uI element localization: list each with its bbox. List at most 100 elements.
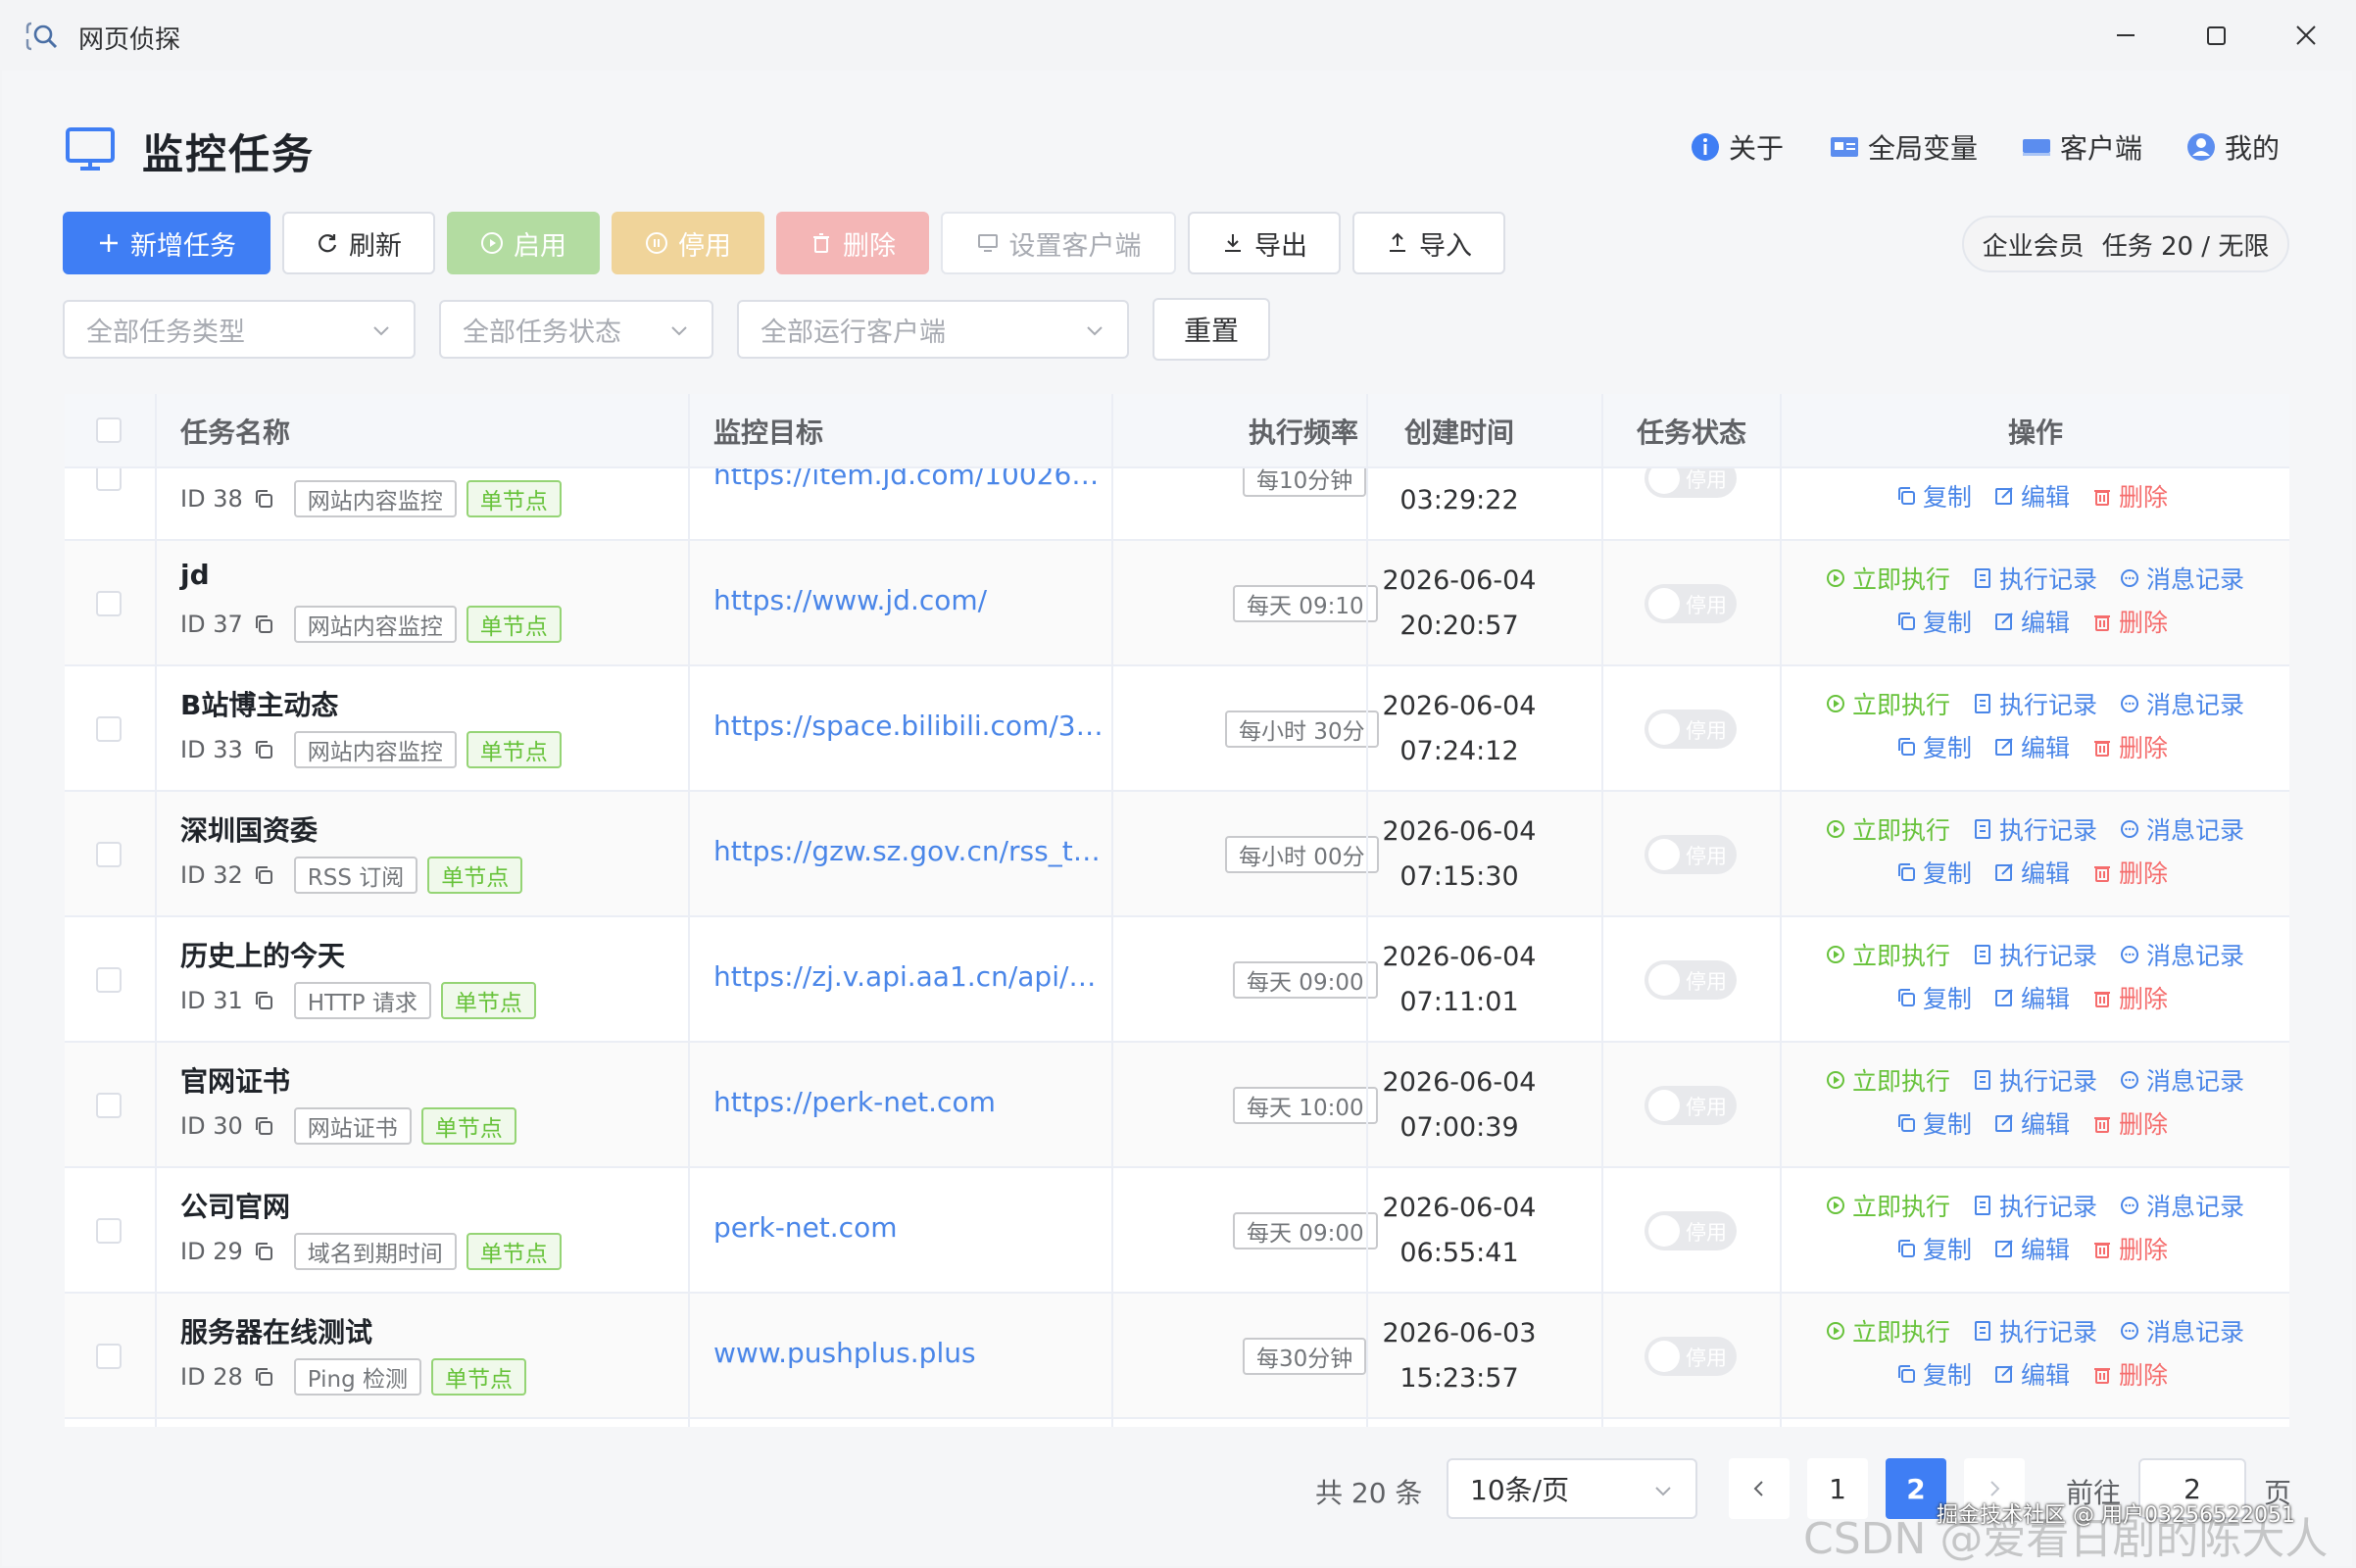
run-now-button[interactable]: 立即执行 bbox=[1825, 468, 1950, 470]
row-delete-button[interactable]: 删除 bbox=[2091, 729, 2168, 764]
row-delete-button[interactable]: 删除 bbox=[2091, 1356, 2168, 1392]
run-now-button[interactable]: 立即执行 bbox=[1825, 1313, 1950, 1348]
nav-about[interactable]: 关于 bbox=[1690, 127, 1784, 167]
run-now-button[interactable]: 立即执行 bbox=[1825, 1188, 1950, 1223]
exec-log-button[interactable]: 执行记录 bbox=[1972, 686, 2097, 721]
row-checkbox[interactable] bbox=[96, 591, 122, 616]
nav-client[interactable]: 客户端 bbox=[2021, 127, 2142, 167]
delete-button[interactable]: 删除 bbox=[776, 212, 929, 274]
row-checkbox[interactable] bbox=[96, 1218, 122, 1244]
copy-button[interactable]: 复制 bbox=[1895, 1105, 1972, 1141]
copy-button[interactable]: 复制 bbox=[1895, 478, 1972, 514]
target-url-link[interactable]: https://perk-net.com bbox=[713, 1086, 1105, 1118]
minimize-icon[interactable] bbox=[2091, 14, 2160, 57]
row-delete-button[interactable]: 删除 bbox=[2091, 604, 2168, 639]
status-toggle[interactable]: 停用 bbox=[1644, 584, 1737, 623]
copy-button[interactable]: 复制 bbox=[1895, 729, 1972, 764]
edit-button[interactable]: 编辑 bbox=[1993, 729, 2070, 764]
add-task-button[interactable]: 新增任务 bbox=[63, 212, 270, 274]
run-now-button[interactable]: 立即执行 bbox=[1825, 811, 1950, 847]
message-log-button[interactable]: 消息记录 bbox=[2119, 1062, 2244, 1098]
message-log-button[interactable]: 消息记录 bbox=[2119, 937, 2244, 972]
copy-button[interactable]: 复制 bbox=[1895, 855, 1972, 890]
status-toggle[interactable]: 停用 bbox=[1644, 1086, 1737, 1125]
status-toggle[interactable]: 停用 bbox=[1644, 710, 1737, 749]
edit-button[interactable]: 编辑 bbox=[1993, 604, 2070, 639]
copy-id-icon[interactable] bbox=[253, 1366, 274, 1388]
row-delete-button[interactable]: 删除 bbox=[2091, 478, 2168, 514]
message-log-button[interactable]: 消息记录 bbox=[2119, 1188, 2244, 1223]
edit-button[interactable]: 编辑 bbox=[1993, 478, 2070, 514]
status-toggle[interactable]: 停用 bbox=[1644, 468, 1737, 498]
nav-global-variables[interactable]: 全局变量 bbox=[1829, 127, 1978, 167]
disable-button[interactable]: 停用 bbox=[612, 212, 764, 274]
status-toggle[interactable]: 停用 bbox=[1644, 960, 1737, 1000]
reset-button[interactable]: 重置 bbox=[1153, 298, 1270, 361]
target-url-link[interactable]: https://space.bilibili.com/349... bbox=[713, 710, 1105, 742]
import-button[interactable]: 导入 bbox=[1352, 212, 1505, 274]
row-checkbox[interactable] bbox=[96, 1093, 122, 1118]
client-select[interactable]: 全部运行客户端 bbox=[737, 300, 1129, 359]
exec-log-button[interactable]: 执行记录 bbox=[1972, 1062, 2097, 1098]
target-url-link[interactable]: https://www.jd.com/ bbox=[713, 584, 1105, 616]
message-log-button[interactable]: 消息记录 bbox=[2119, 686, 2244, 721]
row-delete-button[interactable]: 删除 bbox=[2091, 980, 2168, 1015]
exec-log-button[interactable]: 执行记录 bbox=[1972, 561, 2097, 596]
exec-log-button[interactable]: 执行记录 bbox=[1972, 811, 2097, 847]
message-log-button[interactable]: 消息记录 bbox=[2119, 1313, 2244, 1348]
export-button[interactable]: 导出 bbox=[1188, 212, 1341, 274]
edit-button[interactable]: 编辑 bbox=[1993, 1356, 2070, 1392]
copy-button[interactable]: 复制 bbox=[1895, 980, 1972, 1015]
set-client-button[interactable]: 设置客户端 bbox=[941, 212, 1176, 274]
copy-button[interactable]: 复制 bbox=[1895, 1231, 1972, 1266]
close-icon[interactable] bbox=[2272, 14, 2340, 57]
exec-log-button[interactable]: 执行记录 bbox=[1972, 1188, 2097, 1223]
target-url-link[interactable]: perk-net.com bbox=[713, 1211, 1105, 1244]
enable-button[interactable]: 启用 bbox=[447, 212, 600, 274]
copy-id-icon[interactable] bbox=[253, 488, 274, 510]
run-now-button[interactable]: 立即执行 bbox=[1825, 686, 1950, 721]
target-url-link[interactable]: www.pushplus.plus bbox=[713, 1337, 1105, 1369]
copy-id-icon[interactable] bbox=[253, 864, 274, 886]
select-all-checkbox[interactable] bbox=[96, 417, 122, 443]
row-checkbox[interactable] bbox=[96, 842, 122, 867]
row-checkbox[interactable] bbox=[96, 1344, 122, 1369]
status-toggle[interactable]: 停用 bbox=[1644, 1337, 1737, 1376]
exec-log-button[interactable]: 执行记录 bbox=[1972, 937, 2097, 972]
message-log-button[interactable]: 消息记录 bbox=[2119, 811, 2244, 847]
copy-id-icon[interactable] bbox=[253, 1115, 274, 1137]
row-checkbox[interactable] bbox=[96, 468, 122, 491]
copy-button[interactable]: 复制 bbox=[1895, 1356, 1972, 1392]
edit-button[interactable]: 编辑 bbox=[1993, 855, 2070, 890]
exec-log-button[interactable]: 执行记录 bbox=[1972, 468, 2097, 470]
run-now-button[interactable]: 立即执行 bbox=[1825, 561, 1950, 596]
run-now-button[interactable]: 立即执行 bbox=[1825, 937, 1950, 972]
copy-id-icon[interactable] bbox=[253, 739, 274, 760]
edit-button[interactable]: 编辑 bbox=[1993, 980, 2070, 1015]
row-delete-button[interactable]: 删除 bbox=[2091, 855, 2168, 890]
message-log-button[interactable]: 消息记录 bbox=[2119, 561, 2244, 596]
row-delete-button[interactable]: 删除 bbox=[2091, 1105, 2168, 1141]
message-log-button[interactable]: 消息记录 bbox=[2119, 468, 2244, 470]
target-url-link[interactable]: https://item.jd.com/1002687... bbox=[713, 468, 1105, 491]
row-checkbox[interactable] bbox=[96, 716, 122, 742]
maximize-icon[interactable] bbox=[2182, 14, 2250, 57]
row-delete-button[interactable]: 删除 bbox=[2091, 1231, 2168, 1266]
target-url-link[interactable]: https://zj.v.api.aa1.cn/api/bk/... bbox=[713, 960, 1105, 993]
status-toggle[interactable]: 停用 bbox=[1644, 1211, 1737, 1250]
refresh-button[interactable]: 刷新 bbox=[282, 212, 435, 274]
page-size-select[interactable]: 10条/页 bbox=[1447, 1458, 1697, 1519]
edit-button[interactable]: 编辑 bbox=[1993, 1231, 2070, 1266]
exec-log-button[interactable]: 执行记录 bbox=[1972, 1313, 2097, 1348]
row-checkbox[interactable] bbox=[96, 967, 122, 993]
edit-button[interactable]: 编辑 bbox=[1993, 1105, 2070, 1141]
task-status-select[interactable]: 全部任务状态 bbox=[439, 300, 713, 359]
task-type-select[interactable]: 全部任务类型 bbox=[63, 300, 416, 359]
copy-button[interactable]: 复制 bbox=[1895, 604, 1972, 639]
copy-id-icon[interactable] bbox=[253, 1241, 274, 1262]
copy-id-icon[interactable] bbox=[253, 613, 274, 635]
run-now-button[interactable]: 立即执行 bbox=[1825, 1062, 1950, 1098]
nav-mine[interactable]: 我的 bbox=[2185, 127, 2280, 167]
copy-id-icon[interactable] bbox=[253, 990, 274, 1011]
status-toggle[interactable]: 停用 bbox=[1644, 835, 1737, 874]
